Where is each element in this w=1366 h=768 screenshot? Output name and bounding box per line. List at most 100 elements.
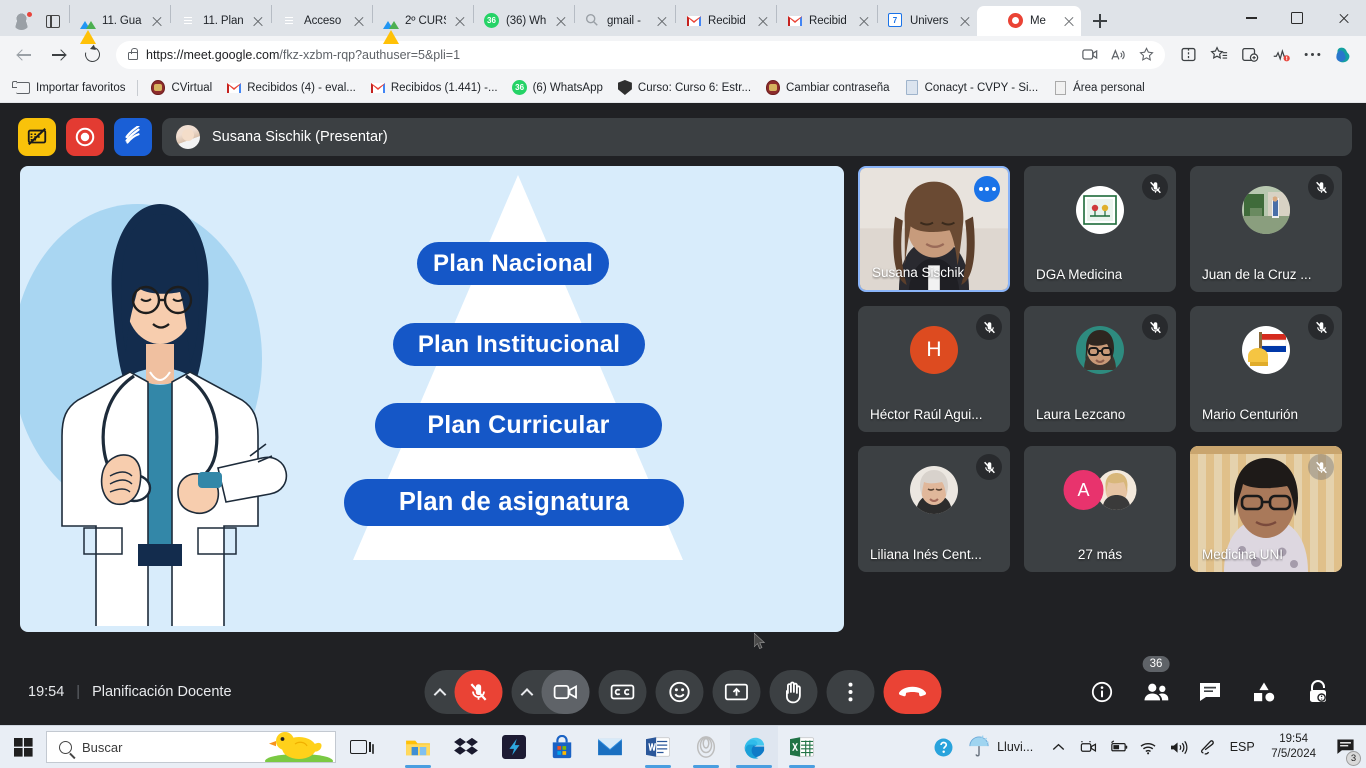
browser-tab-0[interactable]: 11. Gua <box>71 6 169 44</box>
close-tab-icon[interactable] <box>351 13 367 29</box>
taskbar-app-whiteboard[interactable] <box>682 726 730 768</box>
browser-tab-3[interactable]: 2º CURS <box>374 6 472 44</box>
mic-toggle-button[interactable] <box>454 670 503 714</box>
browser-tab-5[interactable]: gmail - <box>576 6 674 36</box>
pen-tray-icon[interactable] <box>1197 735 1219 759</box>
mic-options-button[interactable] <box>425 670 455 714</box>
close-tab-icon[interactable] <box>250 13 266 29</box>
chat-button[interactable] <box>1188 670 1232 714</box>
participant-tile-1[interactable]: DGA Medicina <box>1024 166 1176 292</box>
camera-toggle-button[interactable] <box>541 670 590 714</box>
bookmark-import-favoritos[interactable]: Importar favoritos <box>8 77 132 99</box>
back-button[interactable] <box>8 40 40 70</box>
bookmark-whatsapp[interactable]: 36 (6) WhatsApp <box>505 77 610 99</box>
participant-tile-2[interactable]: Juan de la Cruz ... <box>1190 166 1342 292</box>
bookmark-cvirtual[interactable]: CVirtual <box>143 77 219 99</box>
volume-icon[interactable] <box>1167 735 1189 759</box>
camera-control-group[interactable] <box>511 670 590 714</box>
participant-tile-5[interactable]: Mario Centurión <box>1190 306 1342 432</box>
participant-tile-8[interactable]: Medicina UNI <box>1190 446 1342 572</box>
close-tab-icon[interactable] <box>1061 13 1077 29</box>
captions-button[interactable] <box>598 670 647 714</box>
bookmark-area-personal[interactable]: Área personal <box>1045 77 1152 99</box>
participants-button[interactable]: 36 <box>1134 656 1178 714</box>
participant-tile-3[interactable]: H Héctor Raúl Agui... <box>858 306 1010 432</box>
reload-button[interactable] <box>76 40 108 70</box>
read-aloud-icon[interactable] <box>1105 42 1131 68</box>
participant-tile-4[interactable]: Laura Lezcano <box>1024 306 1176 432</box>
leave-call-button[interactable] <box>883 670 942 714</box>
camera-tray-icon[interactable] <box>1077 735 1099 759</box>
forward-button[interactable] <box>42 40 74 70</box>
bookmark-conacyt[interactable]: Conacyt - CVPY - Si... <box>897 77 1046 99</box>
close-tab-icon[interactable] <box>755 13 771 29</box>
wifi-icon[interactable] <box>1137 735 1159 759</box>
taskbar-search[interactable]: Buscar <box>46 731 336 763</box>
browser-tab-9-active[interactable]: Me <box>977 6 1081 36</box>
host-controls-button[interactable] <box>1296 670 1340 714</box>
participant-tile-more[interactable]: A 27 más <box>1024 446 1176 572</box>
taskbar-app-mail[interactable] <box>586 726 634 768</box>
address-bar[interactable]: https://meet.google.com/fkz-xzbm-rqp?aut… <box>116 40 1165 69</box>
tray-expand-icon[interactable] <box>1047 735 1069 759</box>
more-options-button[interactable] <box>826 670 875 714</box>
settings-and-more-button[interactable] <box>1297 40 1327 70</box>
taskbar-app-word[interactable] <box>634 726 682 768</box>
close-tab-icon[interactable] <box>149 13 165 29</box>
help-support-icon[interactable] <box>932 735 954 759</box>
task-view-button[interactable] <box>336 726 380 768</box>
language-indicator[interactable]: ESP <box>1227 735 1257 759</box>
mic-control-group[interactable] <box>424 670 503 714</box>
close-tab-icon[interactable] <box>856 13 872 29</box>
browser-tab-8[interactable]: 7 Univers <box>879 6 977 36</box>
maximize-button[interactable] <box>1274 2 1320 34</box>
meeting-details-button[interactable] <box>1080 670 1124 714</box>
taskbar-app-dropbox[interactable] <box>442 726 490 768</box>
bookmark-recibidos-4[interactable]: Recibidos (4) - eval... <box>219 77 363 99</box>
tab-search-button[interactable] <box>38 6 68 36</box>
close-tab-icon[interactable] <box>957 13 973 29</box>
browser-tab-7[interactable]: Recibid <box>778 6 876 36</box>
annotate-extension-icon[interactable] <box>114 118 152 156</box>
camera-permission-icon[interactable] <box>1077 42 1103 68</box>
screen-block-extension-icon[interactable] <box>18 118 56 156</box>
present-screen-button[interactable] <box>712 670 761 714</box>
presenter-bar[interactable]: Susana Sischik (Presentar) <box>162 118 1352 156</box>
browser-tab-6[interactable]: Recibid <box>677 6 775 36</box>
taskbar-app-file-explorer[interactable] <box>394 726 442 768</box>
close-tab-icon[interactable] <box>452 13 468 29</box>
collections-button[interactable] <box>1235 40 1265 70</box>
more-options-icon[interactable] <box>974 176 1000 202</box>
add-favorite-icon[interactable] <box>1133 42 1159 68</box>
taskbar-clock[interactable]: 19:54 7/5/2024 <box>1265 732 1322 762</box>
close-tab-icon[interactable] <box>654 13 670 29</box>
taskbar-app-excel[interactable] <box>778 726 826 768</box>
bookmark-recibidos-1441[interactable]: Recibidos (1.441) -... <box>363 77 505 99</box>
activities-button[interactable] <box>1242 670 1286 714</box>
reactions-button[interactable] <box>655 670 704 714</box>
split-screen-button[interactable] <box>1173 40 1203 70</box>
taskbar-app-microsoft-store[interactable] <box>538 726 586 768</box>
profile-button[interactable] <box>4 6 38 36</box>
copilot-button[interactable] <box>1328 40 1358 70</box>
raise-hand-button[interactable] <box>769 670 818 714</box>
taskbar-app-microsoft-edge[interactable] <box>730 725 778 768</box>
favorites-button[interactable] <box>1204 40 1234 70</box>
browser-tab-4[interactable]: 36 (36) Wh <box>475 6 573 36</box>
battery-icon[interactable] <box>1107 735 1129 759</box>
weather-widget[interactable]: Lluvi... <box>962 735 1039 759</box>
bookmark-cambiar-contrasena[interactable]: Cambiar contraseña <box>758 77 897 99</box>
participant-tile-6[interactable]: Liliana Inés Cent... <box>858 446 1010 572</box>
close-tab-icon[interactable] <box>553 13 569 29</box>
camera-options-button[interactable] <box>512 670 542 714</box>
close-window-button[interactable] <box>1320 2 1366 34</box>
browser-tab-2[interactable]: Acceso <box>273 6 371 36</box>
shared-screen-slide[interactable]: Plan Nacional Plan Institucional Plan Cu… <box>20 166 844 632</box>
browser-essentials-button[interactable] <box>1266 40 1296 70</box>
start-button[interactable] <box>0 726 46 768</box>
participant-tile-self[interactable]: Susana Sischik <box>858 166 1010 292</box>
browser-tab-1[interactable]: 11. Plan <box>172 6 270 36</box>
notification-center-button[interactable]: 3 <box>1330 726 1361 768</box>
taskbar-app-photoshop-express[interactable] <box>490 726 538 768</box>
minimize-button[interactable] <box>1228 2 1274 34</box>
